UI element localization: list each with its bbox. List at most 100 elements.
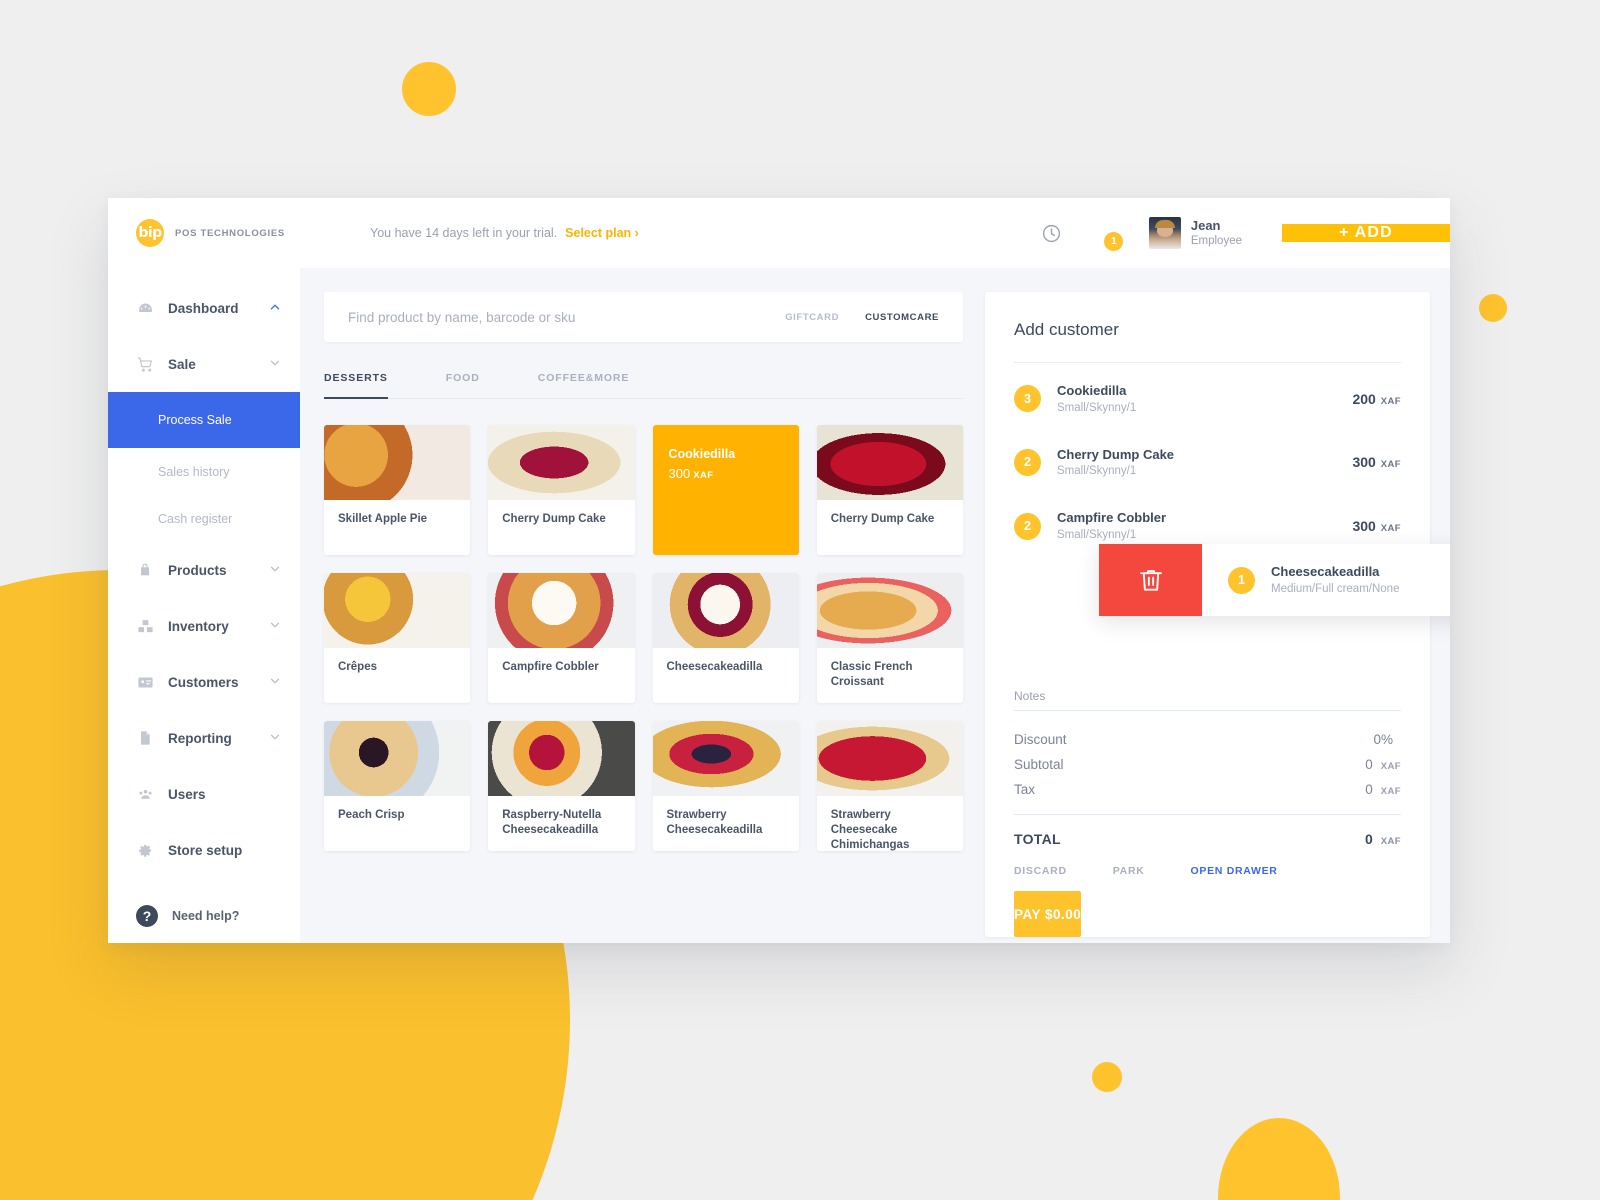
sidebar-item-dashboard[interactable]: Dashboard	[108, 280, 300, 336]
sidebar-item-products[interactable]: Products	[108, 542, 300, 598]
clock-button[interactable]	[1025, 223, 1079, 244]
decorative-circle-bottom-small	[1092, 1062, 1122, 1092]
trial-text: You have 14 days left in your trial.	[370, 226, 558, 240]
product-name: Strawberry Cheesecake Chimichangas	[830, 809, 910, 851]
user-menu[interactable]: Jean Employee	[1148, 217, 1282, 249]
brand-name: POS TECHNOLOGIES	[175, 227, 285, 239]
pay-button[interactable]: PAY $0.00	[1014, 891, 1082, 937]
decorative-circle-bottom-right	[1218, 1118, 1340, 1200]
chevron-down-icon	[268, 618, 284, 634]
brand-logo[interactable]: bip POS TECHNOLOGIES	[108, 198, 300, 268]
sidebar-item-store-setup[interactable]: Store setup	[108, 822, 300, 878]
total-row: TOTAL 0 XAF	[1014, 815, 1401, 847]
select-plan-link[interactable]: Select plan ›	[565, 226, 639, 240]
discard-button[interactable]: DISCARD	[1014, 865, 1067, 877]
product-card[interactable]: Strawberry Cheesecake Chimichangas	[816, 721, 963, 851]
add-button[interactable]: + ADD	[1282, 224, 1450, 242]
document-icon	[136, 729, 154, 747]
product-thumbnail	[324, 425, 471, 500]
total-value: 0 XAF	[1365, 831, 1401, 847]
summary-label: Subtotal	[1014, 757, 1064, 772]
total-label: TOTAL	[1014, 831, 1061, 847]
tab-desserts[interactable]: DESSERTS	[324, 372, 388, 399]
product-thumbnail	[324, 573, 471, 648]
chip-customcare[interactable]: CUSTOMCARE	[865, 312, 939, 323]
product-card[interactable]: Classic French Croissant	[816, 573, 963, 703]
dashboard-icon	[136, 299, 154, 317]
product-name: Classic French Croissant	[830, 661, 913, 688]
product-name: Cherry Dump Cake	[830, 513, 935, 525]
product-card-selected[interactable]: Cookiedilla 300 XAF	[652, 425, 799, 555]
product-thumbnail	[816, 721, 963, 796]
sidebar-item-inventory[interactable]: Inventory	[108, 598, 300, 654]
price-currency: XAF	[1380, 523, 1401, 535]
cart-line-item[interactable]: 3 Cookiedilla Small/Skynny/1 200 XAF	[1014, 367, 1401, 431]
cart-panel: Add customer 3 Cookiedilla Small/Skynny/…	[985, 292, 1450, 937]
product-name: Peach Crisp	[338, 809, 405, 821]
user-info: Jean Employee	[1191, 218, 1242, 249]
value: 0	[1365, 831, 1373, 847]
quantity-badge: 1	[1228, 566, 1255, 594]
sidebar: Dashboard Sale Process Sale Sales histor	[108, 268, 300, 943]
trial-banner: You have 14 days left in your trial. Sel…	[300, 198, 1025, 268]
swipe-row-content[interactable]: 1 Cheesecakeadilla Medium/Full cream/Non…	[1202, 544, 1450, 616]
product-card[interactable]: Cherry Dump Cake	[488, 425, 635, 555]
chip-giftcard[interactable]: GIFTCARD	[785, 312, 839, 323]
decorative-circle-right	[1479, 294, 1507, 322]
sidebar-item-users[interactable]: Users	[108, 766, 300, 822]
quantity-badge: 2	[1014, 512, 1041, 540]
product-thumbnail	[652, 573, 799, 648]
chevron-down-icon	[268, 562, 284, 578]
park-button[interactable]: PARK	[1113, 865, 1145, 877]
notification-badge: 1	[1104, 231, 1124, 251]
product-card[interactable]: Crêpes	[324, 573, 471, 703]
price-value: 200	[1352, 390, 1376, 407]
need-help-button[interactable]: ? Need help?	[108, 905, 300, 927]
product-grid: Skillet Apple Pie Cherry Dump Cake Cooki…	[324, 425, 963, 851]
cart-line-item[interactable]: 2 Cherry Dump Cake Small/Skynny/1 300 XAF	[1014, 431, 1401, 495]
sidebar-item-label: Reporting	[168, 730, 232, 746]
sidebar-item-reporting[interactable]: Reporting	[108, 710, 300, 766]
chevron-down-icon	[268, 730, 284, 746]
line-item-price: 300 XAF	[1352, 454, 1401, 470]
product-card[interactable]: Cherry Dump Cake	[816, 425, 963, 555]
product-card[interactable]: Raspberry-Nutella Cheesecakeadilla	[488, 721, 635, 851]
tab-food[interactable]: FOOD	[446, 372, 480, 398]
notes-field[interactable]: Notes	[1014, 689, 1401, 711]
category-tabs: DESSERTS FOOD COFFEE&MORE	[324, 372, 963, 399]
product-card[interactable]: Strawberry Cheesecakeadilla	[652, 721, 799, 851]
sidebar-item-sale[interactable]: Sale	[108, 336, 300, 392]
bag-icon	[136, 561, 154, 579]
summary-row-tax: Tax 0 XAF	[1014, 777, 1401, 802]
notes-label: Notes	[1014, 689, 1046, 703]
add-customer-button[interactable]: Add customer	[1014, 320, 1401, 340]
sidebar-item-customers[interactable]: Customers	[108, 654, 300, 710]
sidebar-item-cash-register[interactable]: Cash register	[108, 495, 300, 542]
delete-line-item-button[interactable]	[1099, 544, 1202, 616]
product-card[interactable]: Campfire Cobbler	[488, 573, 635, 703]
product-name: Skillet Apple Pie	[338, 513, 428, 525]
line-item-text: Cherry Dump Cake Small/Skynny/1	[1057, 446, 1336, 480]
product-card[interactable]: Skillet Apple Pie	[324, 425, 471, 555]
price-value: 300	[1352, 454, 1376, 471]
product-thumbnail	[488, 425, 635, 500]
product-name: Strawberry Cheesecakeadilla	[666, 809, 763, 836]
notifications-button[interactable]: 1	[1079, 216, 1149, 251]
product-card[interactable]: Cheesecakeadilla	[652, 573, 799, 703]
summary-label: Discount	[1014, 732, 1067, 747]
line-item-text: Campfire Cobbler Small/Skynny/1	[1057, 509, 1336, 543]
chevron-up-icon	[268, 300, 284, 316]
summary-value: 0 XAF	[1365, 782, 1401, 797]
price-currency: XAF	[693, 470, 714, 481]
search-input[interactable]	[348, 309, 760, 325]
product-thumbnail	[652, 721, 799, 796]
line-item-name: Campfire Cobbler	[1057, 510, 1167, 526]
tab-coffee-more[interactable]: COFFEE&MORE	[538, 372, 630, 398]
main-content: GIFTCARD CUSTOMCARE DESSERTS FOOD COFFEE…	[300, 268, 1450, 943]
open-drawer-button[interactable]: OPEN DRAWER	[1191, 865, 1278, 877]
product-card[interactable]: Peach Crisp	[324, 721, 471, 851]
sidebar-item-process-sale[interactable]: Process Sale	[108, 392, 300, 448]
product-thumbnail	[488, 721, 635, 796]
sidebar-item-sales-history[interactable]: Sales history	[108, 448, 300, 495]
product-name: Raspberry-Nutella Cheesecakeadilla	[502, 809, 602, 836]
